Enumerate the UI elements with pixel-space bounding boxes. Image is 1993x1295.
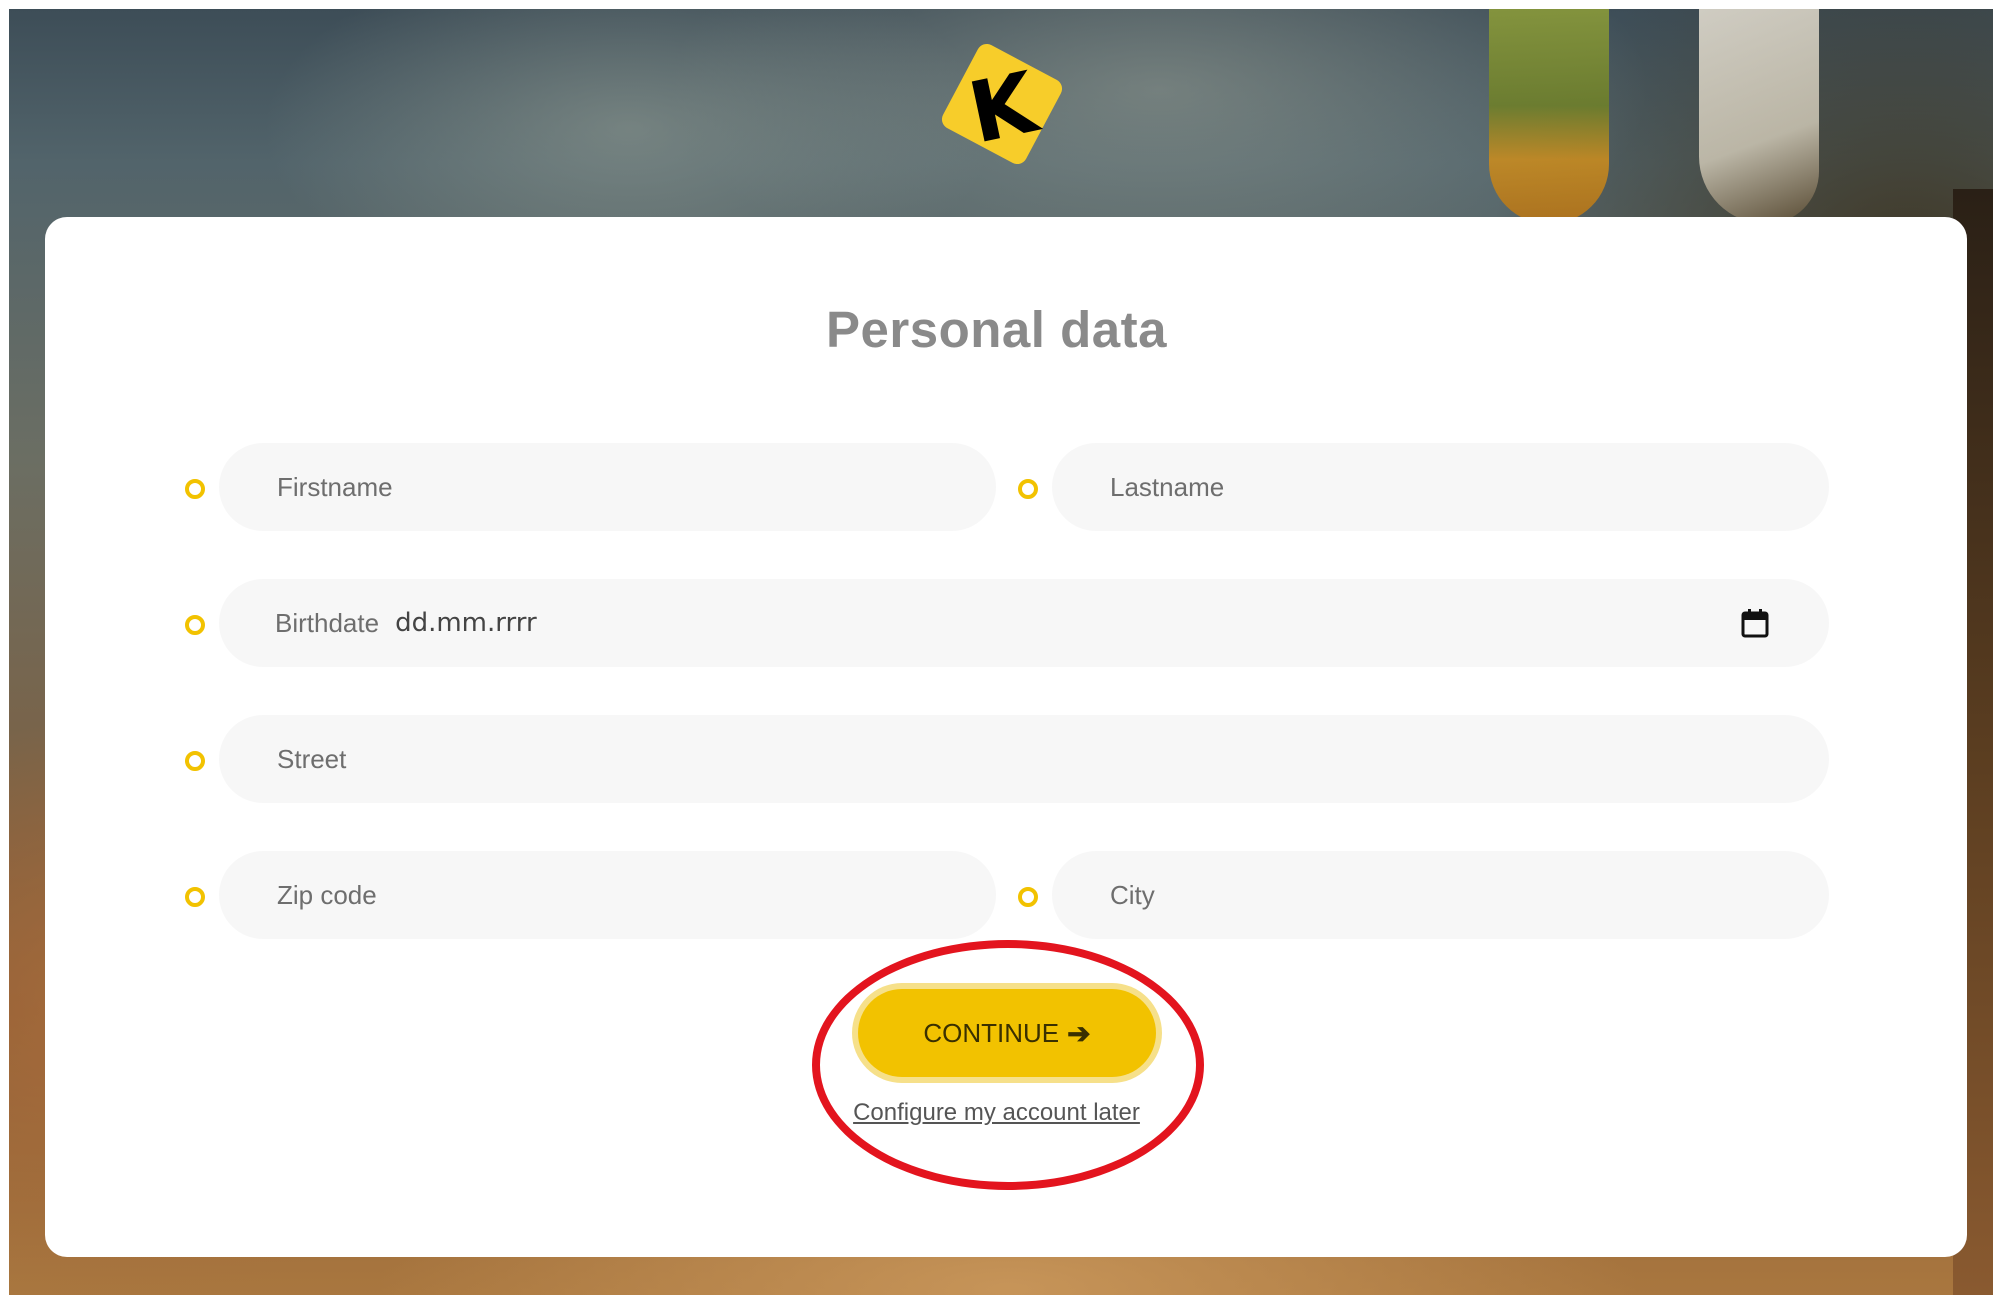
brand-logo: K bbox=[941, 43, 1063, 165]
required-marker-icon bbox=[185, 751, 205, 771]
city-input[interactable] bbox=[1108, 878, 1829, 912]
configure-later-link[interactable]: Configure my account later bbox=[0, 1099, 1993, 1127]
birthdate-field[interactable]: Birthdate dd.mm.rrrr bbox=[219, 579, 1829, 667]
zip-input[interactable] bbox=[275, 878, 996, 912]
page-title: Personal data bbox=[826, 301, 1167, 358]
required-marker-icon bbox=[185, 479, 205, 499]
zip-field[interactable] bbox=[219, 851, 996, 939]
arrow-right-icon: ➔ bbox=[1067, 1017, 1091, 1049]
required-marker-icon bbox=[1018, 887, 1038, 907]
birthdate-value[interactable]: dd.mm.rrrr bbox=[395, 608, 537, 638]
firstname-input[interactable] bbox=[275, 470, 996, 504]
street-field[interactable] bbox=[219, 715, 1829, 803]
required-marker-icon bbox=[185, 615, 205, 635]
firstname-field[interactable] bbox=[219, 443, 996, 531]
background-cyclist-jersey bbox=[1699, 9, 1819, 224]
background-cyclist-arm bbox=[1489, 9, 1609, 224]
city-field[interactable] bbox=[1052, 851, 1829, 939]
continue-button[interactable]: CONTINUE ➔ bbox=[858, 989, 1156, 1077]
calendar-icon[interactable] bbox=[1741, 608, 1769, 638]
lastname-input[interactable] bbox=[1108, 470, 1829, 504]
street-input[interactable] bbox=[275, 742, 1829, 776]
lastname-field[interactable] bbox=[1052, 443, 1829, 531]
continue-label: CONTINUE bbox=[923, 1017, 1060, 1048]
required-marker-icon bbox=[1018, 479, 1038, 499]
birthdate-label: Birthdate bbox=[275, 607, 380, 638]
required-marker-icon bbox=[185, 887, 205, 907]
